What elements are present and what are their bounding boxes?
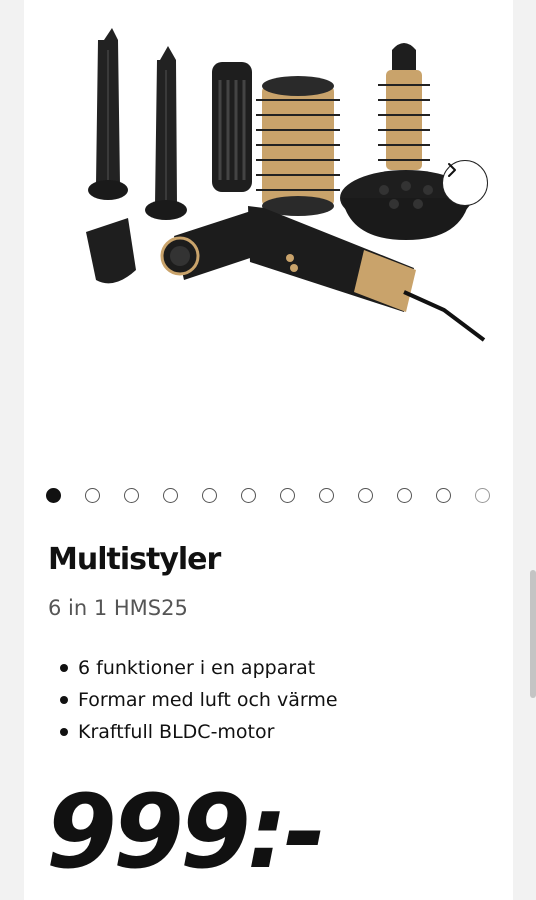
feature-item: Formar med luft och värme <box>48 684 338 716</box>
product-image-carousel[interactable] <box>24 0 513 470</box>
carousel-dot[interactable] <box>436 488 451 503</box>
carousel-dot[interactable] <box>202 488 217 503</box>
feature-item: 6 funktioner i en apparat <box>48 652 338 684</box>
product-image <box>86 28 486 342</box>
product-card: Multistyler 6 in 1 HMS25 6 funktioner i … <box>24 0 513 900</box>
carousel-pagination <box>46 488 490 503</box>
carousel-dot[interactable] <box>85 488 100 503</box>
carousel-dot[interactable] <box>475 488 490 503</box>
carousel-dot[interactable] <box>46 488 61 503</box>
product-title: Multistyler <box>48 542 221 577</box>
product-price: 999:- <box>46 773 326 892</box>
carousel-dot[interactable] <box>319 488 334 503</box>
carousel-dot[interactable] <box>163 488 178 503</box>
carousel-dot[interactable] <box>397 488 412 503</box>
bullet-icon <box>60 664 68 672</box>
carousel-dot[interactable] <box>241 488 256 503</box>
paddle-brush-attachment <box>212 62 252 192</box>
bullet-icon <box>60 696 68 704</box>
nozzle-attachment-2 <box>145 46 187 220</box>
feature-item: Kraftfull BLDC-motor <box>48 716 338 748</box>
nozzle-attachment-1 <box>88 28 128 200</box>
flat-nozzle-attachment <box>86 218 136 284</box>
round-brush-attachment <box>256 76 340 216</box>
carousel-dot[interactable] <box>280 488 295 503</box>
carousel-next-button[interactable] <box>442 160 488 206</box>
product-subtitle: 6 in 1 HMS25 <box>48 596 188 620</box>
bullet-icon <box>60 728 68 736</box>
carousel-dot[interactable] <box>124 488 139 503</box>
carousel-dot[interactable] <box>358 488 373 503</box>
chevron-right-icon <box>448 163 456 177</box>
thin-brush-attachment <box>378 43 430 170</box>
page-scrollbar[interactable] <box>530 570 536 698</box>
feature-list: 6 funktioner i en apparat Formar med luf… <box>48 652 338 748</box>
